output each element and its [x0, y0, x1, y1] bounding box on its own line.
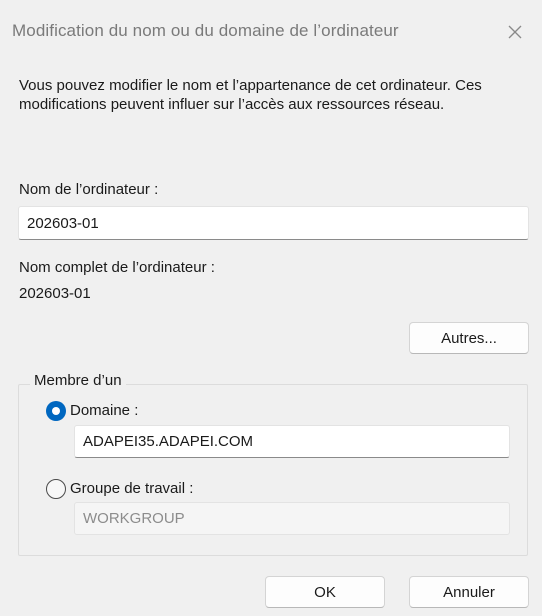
title-bar: Modification du nom ou du domaine de l’o… — [0, 0, 542, 66]
workgroup-radio[interactable] — [46, 479, 66, 499]
workgroup-input[interactable]: WORKGROUP — [74, 502, 510, 535]
domain-radio[interactable] — [46, 401, 66, 421]
more-button[interactable]: Autres... — [409, 322, 529, 354]
computer-name-label: Nom de l’ordinateur : — [19, 181, 159, 198]
member-of-legend: Membre d’un — [30, 372, 126, 389]
computer-name-input[interactable]: 202603-01 — [18, 206, 529, 240]
domain-input[interactable]: ADAPEI35.ADAPEI.COM — [74, 425, 510, 458]
full-computer-name-label: Nom complet de l’ordinateur : — [19, 259, 215, 276]
ok-button[interactable]: OK — [265, 576, 385, 608]
change-computer-name-dialog: Modification du nom ou du domaine de l’o… — [0, 0, 542, 616]
domain-label: Domaine : — [70, 402, 139, 419]
window-title: Modification du nom ou du domaine de l’o… — [12, 21, 399, 40]
workgroup-label: Groupe de travail : — [70, 480, 194, 497]
cancel-button[interactable]: Annuler — [409, 576, 529, 608]
full-computer-name-value: 202603-01 — [19, 285, 91, 302]
description-text: Vous pouvez modifier le nom et l’apparte… — [19, 77, 482, 113]
close-button[interactable] — [496, 14, 534, 50]
close-icon — [508, 25, 522, 39]
